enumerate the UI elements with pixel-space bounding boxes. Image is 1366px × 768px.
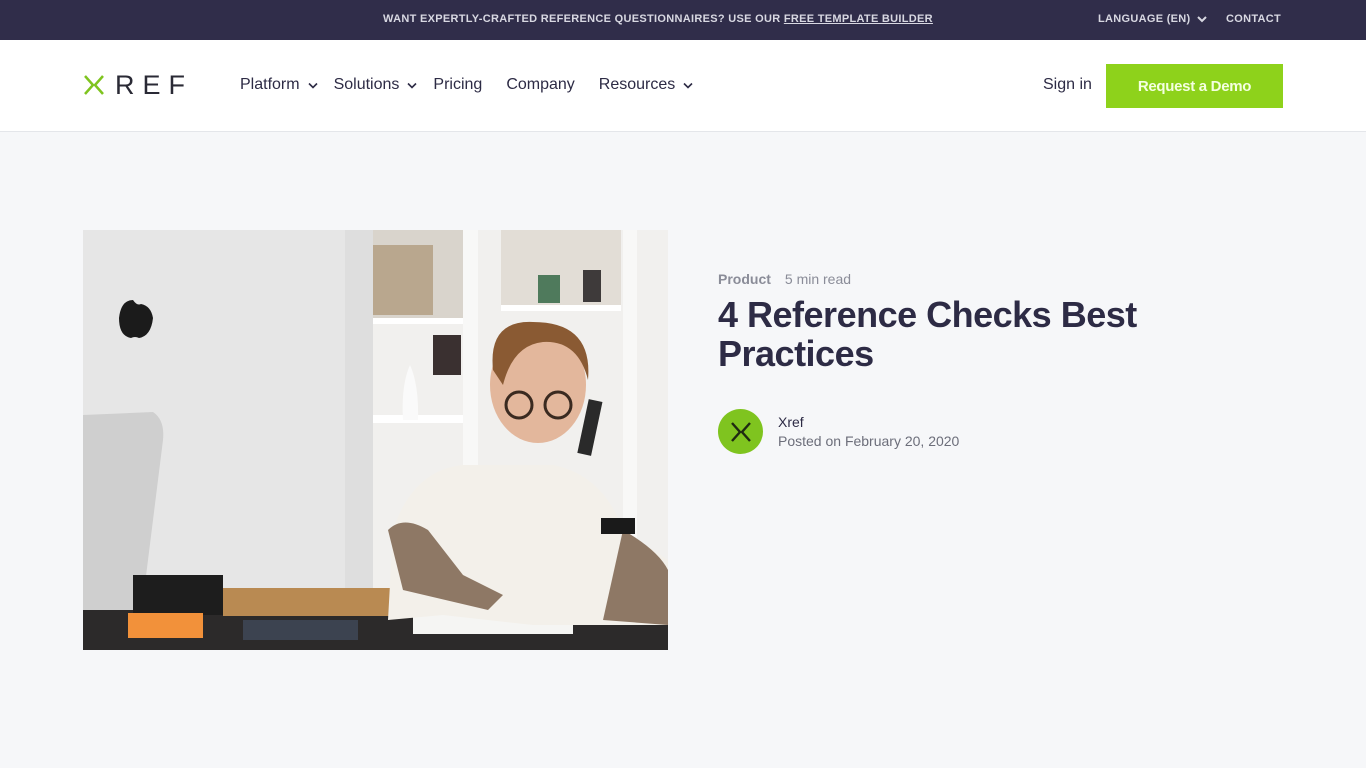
logo-wordmark: REF bbox=[115, 70, 193, 100]
sign-in-link[interactable]: Sign in bbox=[1043, 76, 1092, 94]
nav-label: Platform bbox=[240, 76, 300, 93]
nav-platform[interactable]: Platform bbox=[240, 76, 318, 94]
author-avatar bbox=[718, 409, 763, 454]
author-info: Xref Posted on February 20, 2020 bbox=[778, 413, 959, 451]
language-label: LANGUAGE (EN) bbox=[1098, 13, 1191, 25]
announcement-text: WANT EXPERTLY-CRAFTED REFERENCE QUESTION… bbox=[383, 13, 784, 25]
request-demo-button[interactable]: Request a Demo bbox=[1106, 64, 1283, 108]
article-hero-image bbox=[83, 230, 668, 650]
announcement-bar: WANT EXPERTLY-CRAFTED REFERENCE QUESTION… bbox=[0, 0, 1366, 40]
photo-illustration bbox=[83, 230, 668, 650]
article-meta: Product 5 min read bbox=[718, 271, 851, 287]
chevron-down-icon bbox=[407, 82, 417, 89]
nav-label: Company bbox=[506, 76, 575, 93]
contact-link[interactable]: CONTACT bbox=[1226, 13, 1281, 25]
nav-label: Resources bbox=[598, 76, 676, 93]
x-logo-icon bbox=[84, 75, 104, 95]
xref-logo[interactable]: REF bbox=[83, 70, 193, 100]
article-title: 4 Reference Checks Best Practices bbox=[718, 294, 1137, 374]
site-header: REF Platform Solutions Pricing Company R… bbox=[0, 40, 1366, 132]
author-name: Xref bbox=[778, 413, 804, 430]
chevron-down-icon bbox=[1196, 16, 1207, 23]
chevron-down-icon bbox=[308, 82, 318, 89]
chevron-down-icon bbox=[683, 82, 693, 89]
announcement: WANT EXPERTLY-CRAFTED REFERENCE QUESTION… bbox=[383, 13, 933, 25]
posted-date: Posted on February 20, 2020 bbox=[778, 432, 960, 449]
nav-company[interactable]: Company bbox=[506, 76, 574, 94]
nav-resources[interactable]: Resources bbox=[599, 76, 693, 94]
template-builder-link[interactable]: FREE TEMPLATE BUILDER bbox=[784, 13, 933, 25]
main-nav: Platform Solutions Pricing Company Resou… bbox=[240, 76, 709, 94]
nav-solutions[interactable]: Solutions bbox=[334, 76, 418, 94]
author-block: Xref Posted on February 20, 2020 bbox=[718, 409, 959, 454]
nav-pricing[interactable]: Pricing bbox=[433, 76, 482, 94]
x-logo-icon bbox=[730, 421, 751, 442]
nav-label: Pricing bbox=[433, 76, 483, 93]
read-time: 5 min read bbox=[784, 271, 852, 287]
category-link[interactable]: Product bbox=[718, 271, 771, 287]
nav-label: Solutions bbox=[333, 76, 400, 93]
language-selector[interactable]: LANGUAGE (EN) bbox=[1098, 13, 1207, 25]
